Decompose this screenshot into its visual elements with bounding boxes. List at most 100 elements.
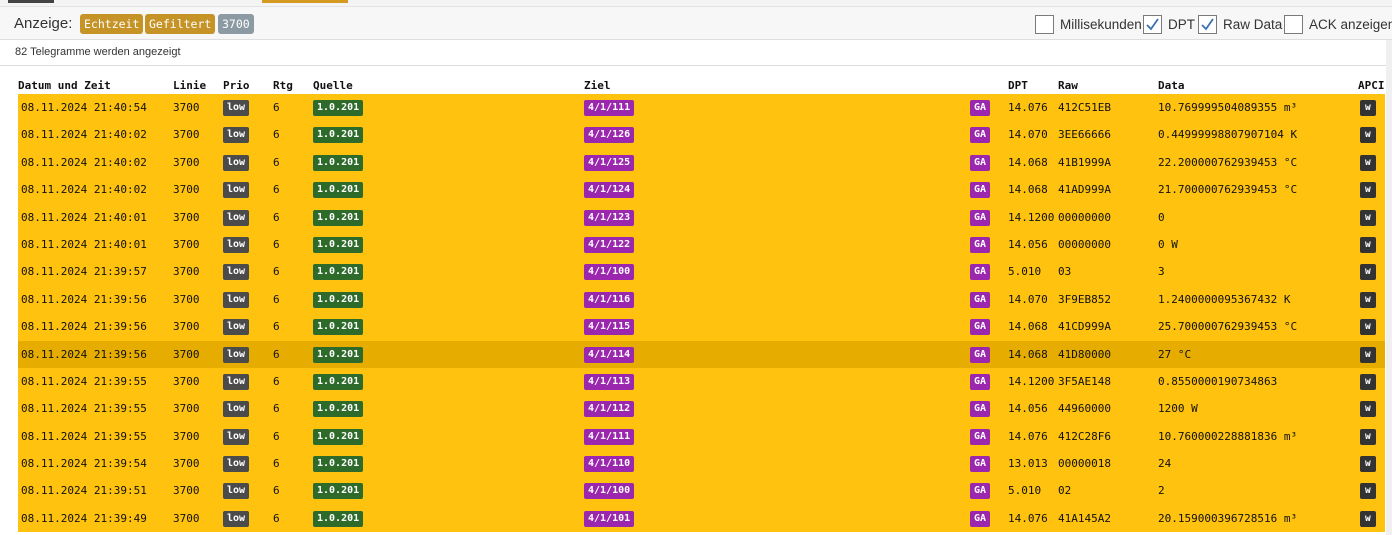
cell-data: 3 — [1158, 265, 1165, 279]
table-row[interactable]: 08.11.2024 21:40:01 3700 low 6 1.0.201 4/1/12… — [18, 230, 1385, 259]
cell-dpt: 14.1200 — [1008, 374, 1055, 388]
table-row[interactable]: 08.11.2024 21:39:56 3700 low 6 1.0.201 4/1/11… — [18, 313, 1385, 341]
cell-datetime: 08.11.2024 21:39:55 — [21, 429, 147, 443]
cell-rtg: 6 — [273, 429, 280, 443]
cell-rtg: 6 — [273, 155, 280, 169]
cell-line: 3700 — [173, 101, 200, 114]
cell-line: 3700 — [173, 155, 200, 169]
cell-source: 1.0.201 — [313, 100, 364, 116]
cell-target: 4/1/116 — [584, 291, 635, 308]
header-data[interactable]: Data — [1158, 79, 1185, 92]
cell-data: 27 °C — [1158, 347, 1192, 361]
table-row[interactable]: 08.11.2024 21:40:54 3700 low 6 1.0.201 4/1/11… — [18, 94, 1385, 122]
cell-prio: low — [223, 510, 250, 527]
table-row[interactable]: 08.11.2024 21:39:56 3700 low 6 1.0.201 4/1/11… — [18, 285, 1385, 314]
cell-datetime: 08.11.2024 21:39:54 — [21, 457, 147, 471]
cell-target: 4/1/100 — [584, 264, 635, 281]
cell-data: 0 W — [1158, 237, 1178, 251]
table-row[interactable]: 08.11.2024 21:39:55 3700 low 6 1.0.201 4/1/11… — [18, 367, 1385, 396]
header-raw[interactable]: Raw — [1058, 79, 1078, 92]
milliseconds-label: Millisekunden — [1060, 16, 1142, 32]
table-row[interactable]: 08.11.2024 21:39:56 3700 low 6 1.0.201 4/1/11… — [18, 340, 1385, 368]
table-row[interactable]: 08.11.2024 21:39:55 3700 low 6 1.0.201 4/1/11… — [18, 395, 1385, 423]
scrollbar[interactable] — [1386, 40, 1392, 535]
cell-dpt: 14.056 — [1008, 237, 1048, 251]
cell-target: 4/1/123 — [584, 209, 635, 226]
option-dpt[interactable]: DPT — [1143, 14, 1195, 34]
cell-target: 4/1/114 — [584, 346, 635, 363]
cell-prio: low — [223, 209, 250, 226]
header-line[interactable]: Linie — [173, 79, 206, 92]
table-row[interactable]: 08.11.2024 21:39:49 3700 low 6 1.0.201 4/1/10… — [18, 504, 1385, 533]
cell-prio: low — [223, 264, 250, 281]
cell-raw: 41A145A2 — [1058, 511, 1111, 525]
cell-dpt: 14.068 — [1008, 155, 1048, 169]
cell-raw: 41B1999A — [1058, 155, 1111, 169]
header-apci[interactable]: APCI — [1358, 79, 1385, 92]
badge-filtered[interactable]: Gefiltert — [145, 14, 216, 34]
cell-datetime: 08.11.2024 21:40:02 — [21, 183, 147, 197]
cell-prio: low — [223, 236, 250, 253]
cell-source: 1.0.201 — [313, 510, 364, 527]
cell-rtg: 6 — [273, 128, 280, 142]
table-row[interactable]: 08.11.2024 21:39:57 3700 low 6 1.0.201 4/1/10… — [18, 258, 1385, 286]
cell-source: 1.0.201 — [313, 291, 364, 308]
header-target[interactable]: Ziel — [584, 79, 611, 92]
cell-address-type: GA — [970, 264, 991, 281]
cell-prio: low — [223, 401, 250, 418]
cell-source: 1.0.201 — [313, 154, 364, 171]
cell-line: 3700 — [173, 265, 200, 279]
cell-address-type: GA — [970, 346, 991, 363]
cell-raw: 41CD999A — [1058, 320, 1111, 334]
cell-line: 3700 — [173, 320, 200, 334]
show-ack-checkbox[interactable] — [1284, 14, 1303, 34]
cell-apci: w — [1360, 182, 1376, 199]
table-row[interactable]: 08.11.2024 21:40:02 3700 low 6 1.0.201 4/1/12… — [18, 148, 1385, 177]
option-show-ack[interactable]: ACK anzeigen — [1284, 14, 1392, 34]
table-row[interactable]: 08.11.2024 21:39:51 3700 low 6 1.0.201 4/1/10… — [18, 477, 1385, 505]
cell-raw: 03 — [1058, 265, 1072, 279]
cell-address-type: GA — [970, 291, 991, 308]
cell-datetime: 08.11.2024 21:39:56 — [21, 292, 147, 306]
display-toolbar: Anzeige: Echtzeit Gefiltert 3700 Millise… — [0, 6, 1392, 40]
cell-address-type: GA — [970, 483, 991, 500]
dpt-checkbox[interactable] — [1143, 14, 1162, 34]
table-row[interactable]: 08.11.2024 21:40:01 3700 low 6 1.0.201 4/1/12… — [18, 203, 1385, 231]
cell-raw: 3F9EB852 — [1058, 292, 1111, 306]
table-row[interactable]: 08.11.2024 21:40:02 3700 low 6 1.0.201 4/1/12… — [18, 121, 1385, 149]
milliseconds-checkbox[interactable] — [1035, 14, 1054, 34]
table-row[interactable]: 08.11.2024 21:40:02 3700 low 6 1.0.201 4/1/12… — [18, 176, 1385, 204]
table-header: Datum und Zeit Linie Prio Rtg Quelle Zie… — [0, 77, 1392, 94]
cell-address-type: GA — [970, 456, 991, 473]
cell-prio: low — [223, 291, 250, 308]
cell-source: 1.0.201 — [313, 401, 364, 418]
cell-line: 3700 — [173, 237, 200, 251]
header-dpt[interactable]: DPT — [1008, 79, 1028, 92]
cell-rtg: 6 — [273, 457, 280, 471]
option-raw-data[interactable]: Raw Data — [1198, 14, 1282, 34]
badge-realtime[interactable]: Echtzeit — [80, 14, 144, 34]
table-row[interactable]: 08.11.2024 21:39:54 3700 low 6 1.0.201 4/1/11… — [18, 450, 1385, 478]
option-milliseconds[interactable]: Millisekunden — [1035, 14, 1142, 34]
cell-raw: 00000018 — [1058, 457, 1111, 471]
cell-address-type: GA — [970, 182, 991, 199]
cell-address-type: GA — [970, 154, 991, 171]
header-rtg[interactable]: Rtg — [273, 79, 293, 92]
badge-line-filter[interactable]: 3700 — [218, 14, 254, 34]
cell-address-type: GA — [970, 373, 991, 390]
cell-source: 1.0.201 — [313, 127, 364, 144]
header-source[interactable]: Quelle — [313, 79, 353, 92]
cell-rtg: 6 — [273, 511, 280, 525]
cell-source: 1.0.201 — [313, 456, 364, 473]
cell-apci: w — [1360, 346, 1376, 363]
cell-prio: low — [223, 483, 250, 500]
raw-data-checkbox[interactable] — [1198, 14, 1217, 34]
header-datetime[interactable]: Datum und Zeit — [18, 79, 111, 92]
header-prio[interactable]: Prio — [223, 79, 250, 92]
cell-dpt: 14.068 — [1008, 320, 1048, 334]
cell-datetime: 08.11.2024 21:39:57 — [21, 265, 147, 279]
cell-dpt: 14.056 — [1008, 402, 1048, 416]
cell-data: 24 — [1158, 457, 1172, 471]
table-row[interactable]: 08.11.2024 21:39:55 3700 low 6 1.0.201 4/1/11… — [18, 422, 1385, 451]
cell-apci: w — [1360, 154, 1376, 171]
